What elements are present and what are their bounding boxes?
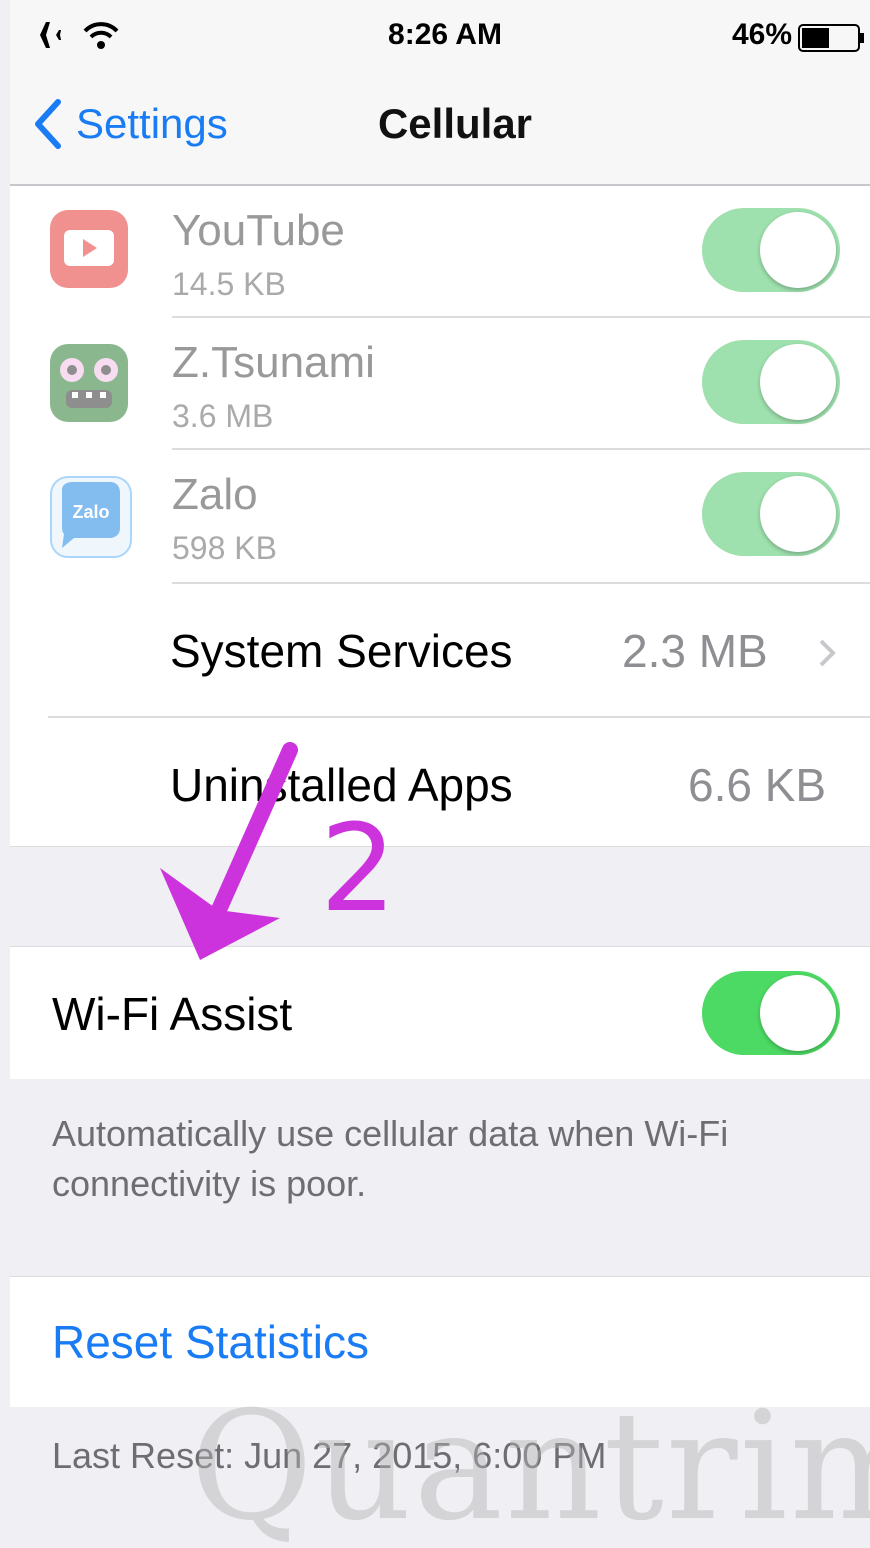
ztsunami-icon [50, 344, 128, 422]
uninstalled-apps-row: Uninstalled Apps 6.6 KB [10, 718, 870, 850]
youtube-cellular-toggle[interactable] [702, 208, 840, 292]
wifi-assist-footer: Automatically use cellular data when Wi-… [10, 1079, 870, 1275]
annotation-step-number: 2 [320, 800, 397, 939]
battery-icon [798, 24, 866, 57]
system-services-value: 2.3 MB [622, 625, 768, 677]
annotation-arrow-icon [160, 742, 298, 960]
battery-percentage: 46% [731, 18, 792, 51]
system-services-row[interactable]: System Services 2.3 MB [10, 584, 870, 716]
app-name: Z.Tsunami [172, 338, 375, 387]
reset-statistics-button[interactable]: Reset Statistics [52, 1315, 369, 1369]
system-services-label: System Services [170, 625, 513, 677]
watermark: Quantrimang [190, 1380, 870, 1548]
status-bar: 8:26 AM 46% [10, 0, 870, 78]
wifi-assist-description: Automatically use cellular data when Wi-… [52, 1113, 729, 1204]
uninstalled-apps-value: 6.6 KB [688, 759, 827, 811]
back-label: Settings [76, 100, 228, 147]
app-usage-list: YouTube 14.5 KB Z.Tsunami 3.6 MB Zalo Za… [10, 186, 870, 846]
wifi-assist-row: Wi-Fi Assist [10, 946, 870, 1080]
zalo-icon-text: Zalo [72, 502, 109, 522]
back-button[interactable]: Settings [32, 96, 228, 152]
app-data-size: 3.6 MB [172, 398, 274, 434]
wifi-assist-toggle[interactable] [702, 971, 840, 1055]
navigation-bar: Settings Cellular [10, 78, 870, 186]
zalo-cellular-toggle[interactable] [702, 472, 840, 556]
app-data-size: 14.5 KB [172, 266, 286, 302]
section-spacer [10, 846, 870, 947]
wifi-assist-label: Wi-Fi Assist [52, 988, 293, 1040]
chevron-left-icon [35, 99, 61, 149]
app-name: Zalo [172, 470, 258, 519]
app-data-size: 598 KB [172, 530, 277, 566]
screen: 8:26 AM 46% Settings Cellular YouTube 14… [10, 0, 870, 1548]
list-item-ztsunami: Z.Tsunami 3.6 MB [10, 318, 870, 450]
ztsunami-cellular-toggle[interactable] [702, 340, 840, 424]
zalo-icon: Zalo [50, 476, 132, 558]
app-name: YouTube [172, 206, 345, 255]
youtube-icon [50, 210, 128, 288]
page-title: Cellular [377, 100, 533, 147]
list-item-youtube: YouTube 14.5 KB [10, 186, 870, 318]
chevron-right-icon [819, 639, 836, 667]
list-item-zalo: Zalo Zalo 598 KB [10, 450, 870, 582]
